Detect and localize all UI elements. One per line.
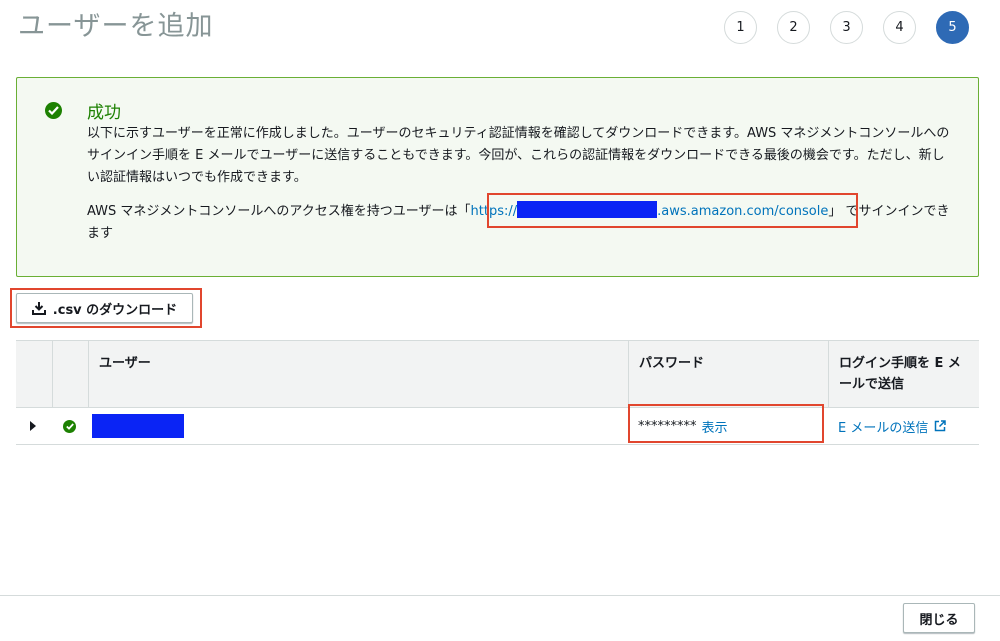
console-url-end: .aws.amazon.com/console	[657, 204, 829, 219]
redacted-account-id	[517, 201, 658, 218]
header-user: ユーザー	[88, 341, 628, 407]
header-status-col	[52, 341, 88, 407]
console-url-link[interactable]: https:// .aws.amazon.com/console	[470, 201, 829, 219]
console-url-start: https://	[470, 204, 518, 219]
users-table: ユーザー パスワード ログイン手順を E メールで送信 ********* 表示…	[16, 340, 979, 445]
download-csv-label: .csv のダウンロード	[52, 302, 178, 318]
alert-access-text: AWS マネジメントコンソールへのアクセス権を持つユーザーは「https://.…	[87, 201, 957, 245]
step-1[interactable]: 1	[724, 11, 757, 44]
row-success-icon	[63, 419, 76, 433]
close-button[interactable]: 閉じる	[903, 603, 975, 633]
external-link-icon	[934, 420, 947, 432]
download-icon	[31, 301, 46, 315]
success-alert: 成功 以下に示すユーザーを正常に作成しました。ユーザーのセキュリティ認証情報を確…	[16, 77, 979, 277]
send-email-label: E メールの送信	[838, 420, 929, 436]
bracket-close: 」	[828, 204, 842, 219]
masked-password: *********	[638, 418, 697, 434]
access-prefix: AWS マネジメントコンソールへのアクセス権を持つユーザーは	[87, 204, 458, 219]
header-login-instructions: ログイン手順を E メールで送信	[828, 341, 979, 407]
success-check-icon	[45, 102, 62, 119]
download-csv-button[interactable]: .csv のダウンロード	[16, 293, 193, 323]
header-expand-col	[16, 341, 52, 407]
alert-title: 成功	[87, 103, 121, 123]
page-title: ユーザーを追加	[18, 11, 214, 42]
step-4[interactable]: 4	[883, 11, 916, 44]
table-row: ********* 表示 E メールの送信	[16, 408, 979, 445]
step-3[interactable]: 3	[830, 11, 863, 44]
header-password: パスワード	[628, 341, 828, 407]
send-email-link[interactable]: E メールの送信	[838, 408, 947, 444]
table-header: ユーザー パスワード ログイン手順を E メールで送信	[16, 340, 979, 408]
redacted-username	[92, 414, 184, 438]
step-5[interactable]: 5	[936, 11, 969, 44]
footer-divider	[0, 595, 1000, 596]
alert-body: 以下に示すユーザーを正常に作成しました。ユーザーのセキュリティ認証情報を確認して…	[87, 126, 950, 185]
step-2[interactable]: 2	[777, 11, 810, 44]
expand-row-caret-icon[interactable]	[30, 408, 36, 444]
show-password-link[interactable]: 表示	[702, 417, 728, 436]
bracket-open: 「	[457, 204, 471, 219]
